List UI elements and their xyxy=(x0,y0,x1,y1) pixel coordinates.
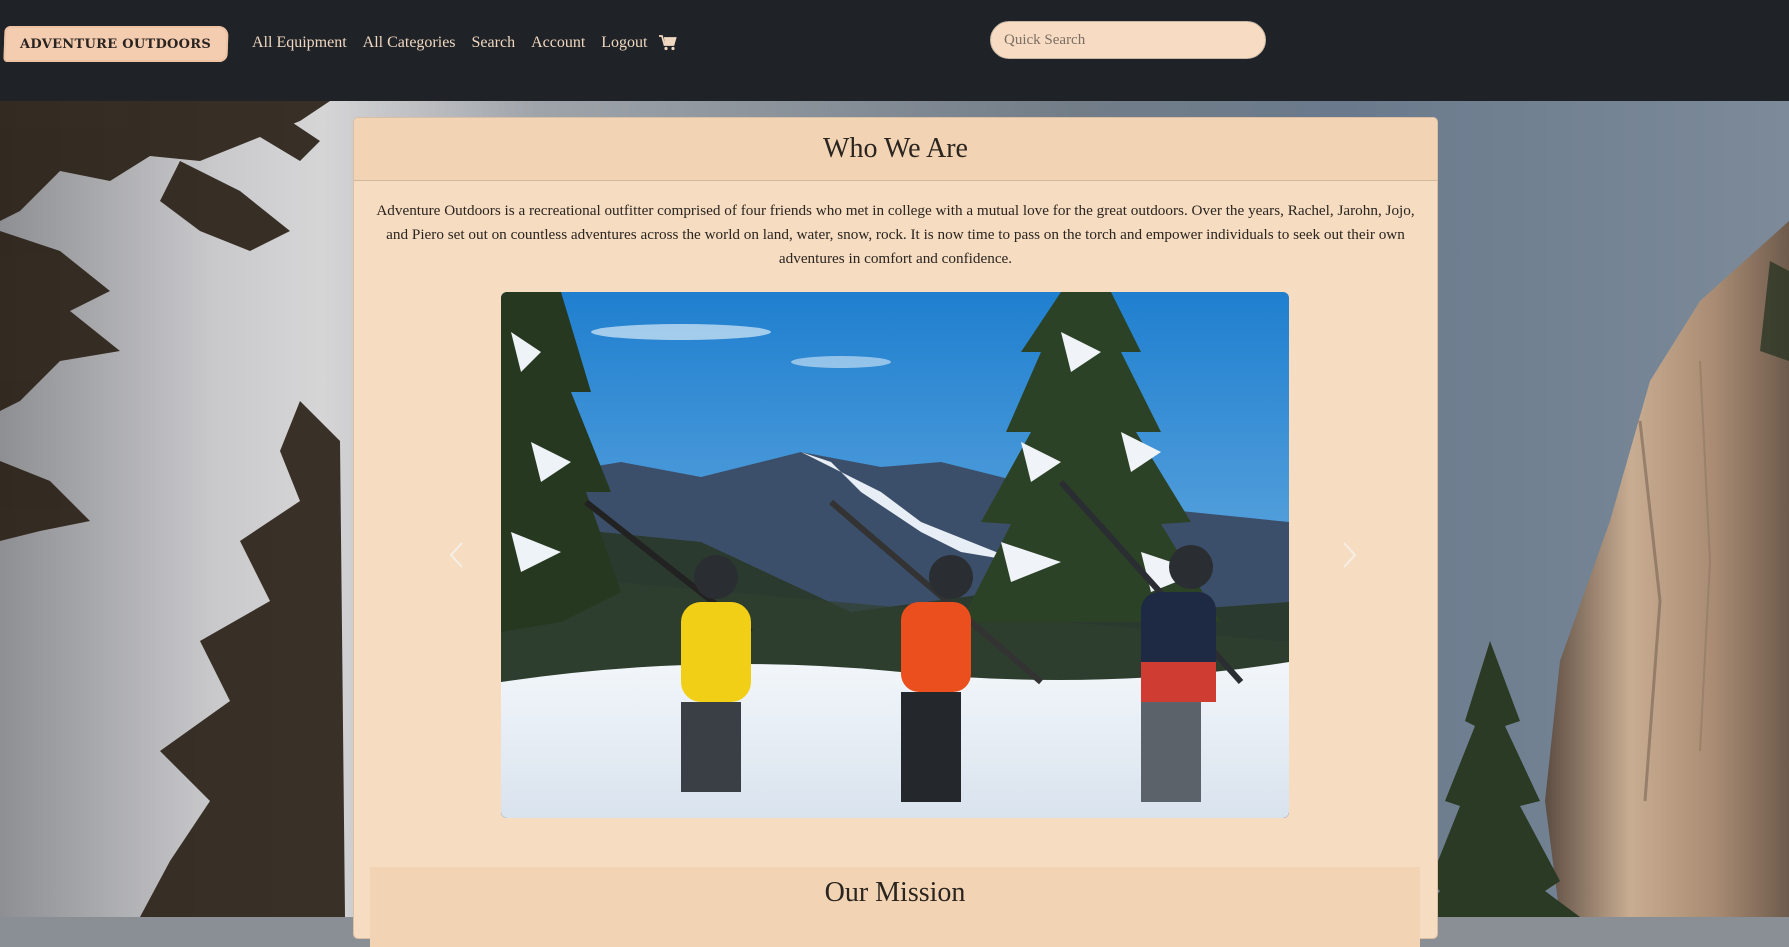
about-card: Who We Are Adventure Outdoors is a recre… xyxy=(353,117,1438,947)
nav-link-all-equipment[interactable]: All Equipment xyxy=(252,34,347,52)
mission-title: Our Mission xyxy=(824,877,966,908)
carousel-next-button[interactable] xyxy=(1335,530,1365,580)
navbar: ADVENTURE OUTDOORS All Equipment All Cat… xyxy=(0,0,1789,101)
about-description: Adventure Outdoors is a recreational out… xyxy=(376,202,1415,267)
nav-links: All Equipment All Categories Search Acco… xyxy=(252,34,678,52)
quick-search-input[interactable] xyxy=(990,21,1266,59)
shopping-cart-icon[interactable] xyxy=(659,35,678,51)
mission-section: Our Mission xyxy=(370,867,1420,947)
nav-link-account[interactable]: Account xyxy=(531,34,585,52)
nav-link-search[interactable]: Search xyxy=(472,34,516,52)
card-header: Who We Are xyxy=(354,118,1437,181)
card-title: Who We Are xyxy=(823,133,968,164)
carousel-slide-image xyxy=(501,292,1289,818)
nav-link-logout[interactable]: Logout xyxy=(601,34,647,52)
brand-name: ADVENTURE OUTDOORS xyxy=(20,36,212,52)
image-carousel xyxy=(354,292,1437,818)
carousel-prev-button[interactable] xyxy=(441,530,471,580)
chevron-left-icon xyxy=(449,542,463,568)
brand-logo[interactable]: ADVENTURE OUTDOORS xyxy=(3,26,229,62)
nav-link-all-categories[interactable]: All Categories xyxy=(363,34,456,52)
chevron-right-icon xyxy=(1343,542,1357,568)
